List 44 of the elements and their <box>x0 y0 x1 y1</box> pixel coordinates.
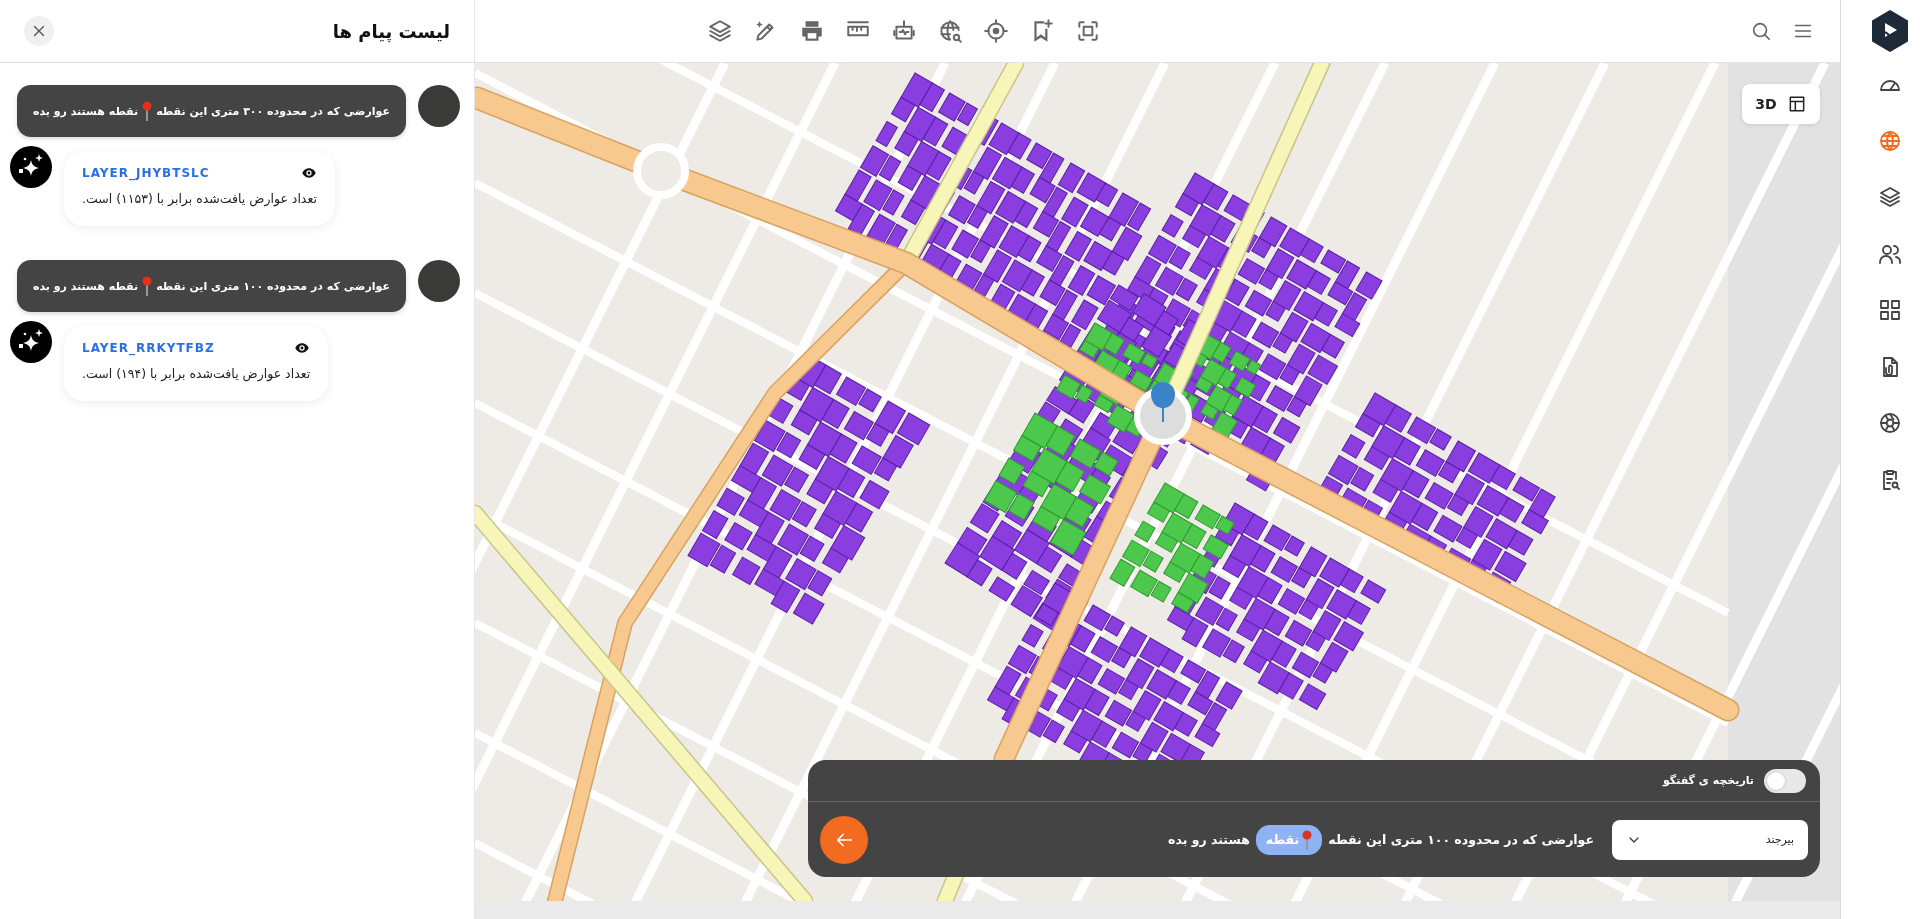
message-text: عوارضی که در محدوده ۱۰۰ متری این نقطه <box>156 279 390 293</box>
pin-icon <box>142 100 153 122</box>
avatar-photo <box>418 260 460 302</box>
city-dropdown[interactable]: بیرجند <box>1612 819 1808 860</box>
layers-icon <box>707 18 733 44</box>
view-3d-button[interactable]: 3D <box>1742 84 1820 124</box>
close-button[interactable] <box>24 16 54 46</box>
history-label: تاریخچه ی گفتگو <box>1662 774 1754 787</box>
message-text: نقطه هستند رو بده <box>32 279 139 293</box>
history-toggle[interactable] <box>1764 768 1806 793</box>
eye-icon <box>294 340 311 356</box>
avatar-photo <box>418 85 460 127</box>
frame-button[interactable] <box>1075 18 1101 44</box>
printer-button[interactable] <box>799 18 825 44</box>
point-chip: نقطه <box>1255 824 1323 855</box>
globe-icon <box>1877 128 1902 153</box>
target-icon <box>983 18 1009 44</box>
message-input[interactable]: عوارضی که در محدوده ۱۰۰ متری این نقطه نقطه هستند رو بده <box>886 824 1594 855</box>
send-button[interactable] <box>820 815 868 864</box>
bot-avatar-icon <box>10 321 52 363</box>
layer-link[interactable]: LAYER_RRKYTFBZ <box>82 341 215 355</box>
search-icon <box>1750 20 1772 42</box>
aperture-icon <box>1877 411 1902 435</box>
frame-icon <box>1075 18 1101 44</box>
printer-icon <box>799 18 825 44</box>
globe-search-button[interactable] <box>937 18 963 44</box>
layer-link[interactable]: LAYER_JHYBTSLC <box>82 166 210 180</box>
pin-icon <box>142 275 153 297</box>
layers-button[interactable] <box>707 18 733 44</box>
panel-title: لیست پیام ها <box>332 20 450 42</box>
map-drawing[interactable] <box>475 63 1840 919</box>
message-text: نقطه هستند رو بده <box>32 104 139 118</box>
message-text: تعداد عوارض یافت‌شده برابر با (۱۹۴) است. <box>82 366 311 381</box>
message-text: تعداد عوارض یافت‌شده برابر با (۱۱۵۳) است. <box>82 191 317 206</box>
layers-icon <box>1877 185 1902 209</box>
eye-icon <box>300 165 317 181</box>
bot-avatar-icon <box>10 146 52 188</box>
search-button[interactable] <box>1750 20 1772 42</box>
pin-icon <box>1302 828 1313 851</box>
globe-search-icon <box>937 18 963 44</box>
app-logo-icon[interactable] <box>1870 10 1909 52</box>
target-button[interactable] <box>983 18 1009 44</box>
message-text: عوارضی که در محدوده ۳۰۰ متری این نقطه <box>156 104 390 118</box>
grid-icon <box>1877 298 1902 322</box>
